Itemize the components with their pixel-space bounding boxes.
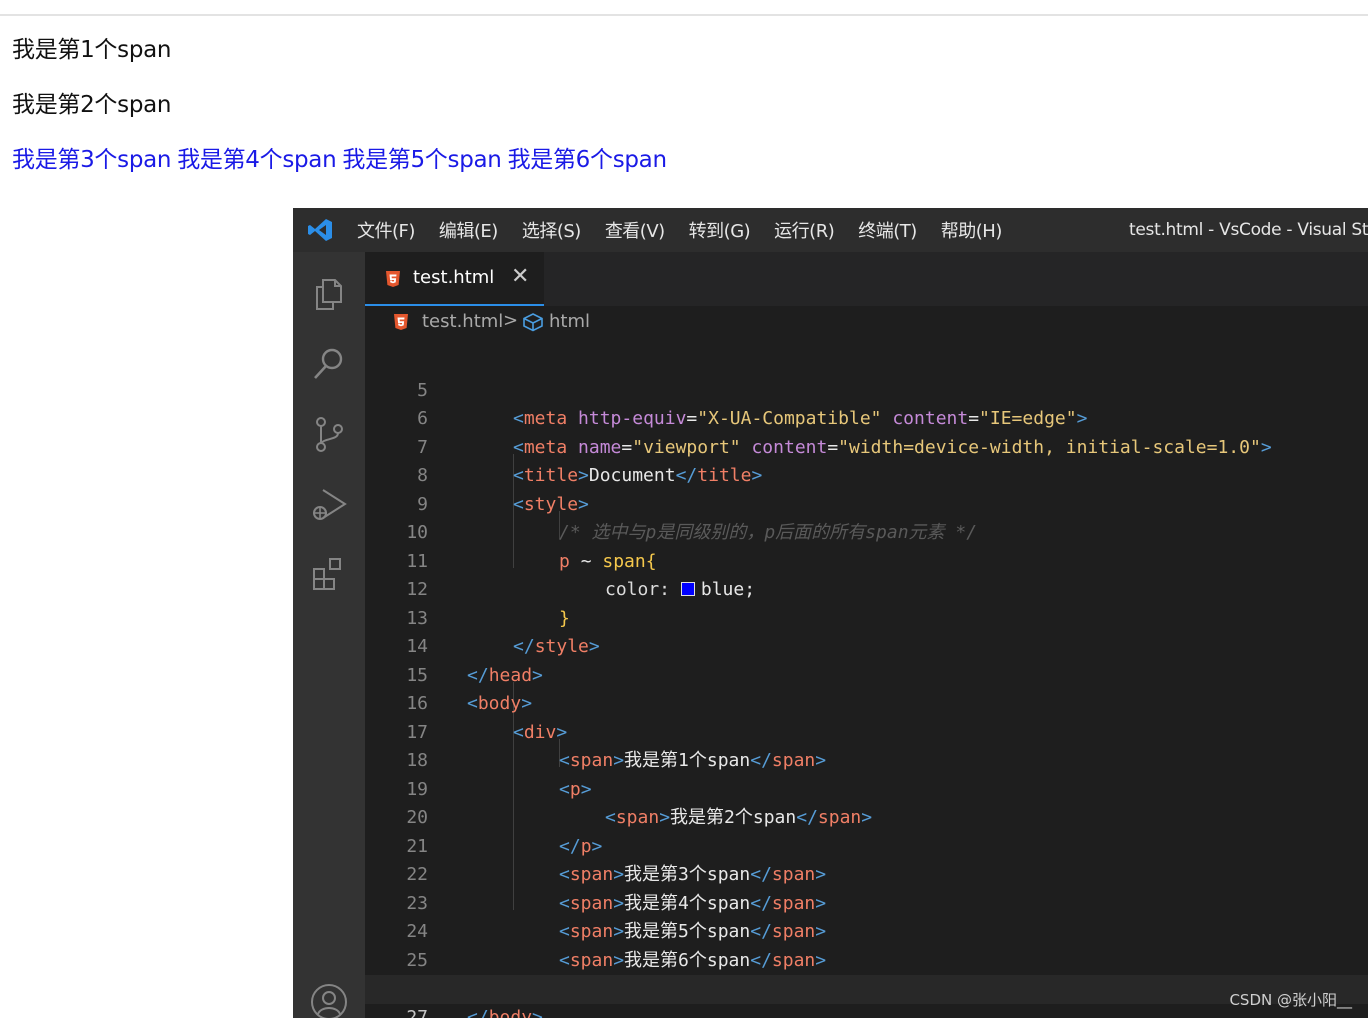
vscode-logo-icon	[308, 219, 332, 241]
code-line: 24 <span>我是第6个span</span>	[365, 890, 1368, 971]
code-line: 5 <meta http-equiv="X-UA-Compatible" con…	[365, 348, 1368, 430]
window-title: test.html - VsCode - Visual Stu	[1129, 220, 1368, 240]
code-line: 23 <span>我是第5个span</span>	[365, 861, 1368, 943]
code-line: 10 p ~ span{	[365, 491, 1368, 572]
code-line: 25 </div>	[365, 918, 1368, 1000]
run-debug-icon[interactable]	[309, 484, 349, 524]
code-line: 15 <body>	[365, 633, 1368, 715]
breadcrumb-element[interactable]: html	[549, 311, 590, 332]
editor-tabs: test.html ✕	[365, 252, 1368, 306]
browser-span-5: 我是第5个span	[342, 147, 502, 173]
browser-span-3: 我是第3个span	[12, 147, 172, 173]
browser-span-6: 我是第6个span	[507, 147, 667, 173]
menu-bar: 文件(F) 编辑(E) 选择(S) 查看(V) 转到(G) 运行(R) 终端(T…	[357, 208, 1026, 252]
breadcrumb: test.html > html	[365, 306, 1368, 340]
title-bar: 文件(F) 编辑(E) 选择(S) 查看(V) 转到(G) 运行(R) 终端(T…	[293, 208, 1368, 252]
line-number: 27	[406, 1006, 428, 1018]
code-line: 14 </head>	[365, 605, 1368, 686]
close-icon[interactable]: ✕	[511, 264, 529, 289]
code-line: 26 </body>	[365, 947, 1368, 1018]
element-cube-icon	[523, 313, 543, 332]
code-line: 7 <title>Document</title>	[365, 405, 1368, 487]
menu-view[interactable]: 查看(V)	[605, 217, 665, 243]
menu-help[interactable]: 帮助(H)	[941, 217, 1003, 243]
code-line: 11 color: blue;	[365, 519, 1368, 601]
browser-span-1: 我是第1个span	[12, 37, 172, 63]
menu-selection[interactable]: 选择(S)	[522, 217, 581, 243]
activity-bar	[293, 252, 365, 1018]
code-line: 9 /* 选中与p是同级别的，p后面的所有span元素 */	[365, 462, 1368, 544]
vscode-window: 文件(F) 编辑(E) 选择(S) 查看(V) 转到(G) 运行(R) 终端(T…	[293, 208, 1368, 1018]
browser-span-4: 我是第4个span	[177, 147, 337, 173]
menu-run[interactable]: 运行(R)	[774, 217, 835, 243]
menu-file[interactable]: 文件(F)	[357, 217, 415, 243]
source-control-icon[interactable]	[309, 414, 349, 454]
code-line: 20 </p>	[365, 776, 1368, 857]
code-editor[interactable]: 5 <meta http-equiv="X-UA-Compatible" con…	[365, 340, 1368, 1018]
code-line: 16 <div>	[365, 662, 1368, 743]
chevron-right-icon: >	[503, 310, 519, 331]
search-icon[interactable]	[309, 344, 349, 384]
menu-edit[interactable]: 编辑(E)	[439, 217, 498, 243]
menu-go[interactable]: 转到(G)	[689, 217, 751, 243]
tab-label: test.html	[413, 267, 495, 288]
browser-top-divider	[0, 14, 1368, 16]
code-line: 8 <style>	[365, 434, 1368, 515]
code-line: 17 <span>我是第1个span</span>	[365, 690, 1368, 772]
tab-test-html[interactable]: test.html ✕	[365, 252, 544, 306]
breadcrumb-file[interactable]: test.html	[422, 311, 503, 332]
html5-icon	[386, 271, 400, 287]
browser-span-2: 我是第2个span	[12, 92, 172, 118]
explorer-icon[interactable]	[309, 274, 349, 314]
account-icon[interactable]	[309, 982, 349, 1018]
code-line: 22 <span>我是第4个span</span>	[365, 833, 1368, 914]
code-line: 6 <meta name="viewport" content="width=d…	[365, 377, 1368, 458]
code-line: 19 <span>我是第2个span</span>	[365, 747, 1368, 829]
code-line: 12 }	[365, 548, 1368, 629]
code-line: 21 <span>我是第3个span</span>	[365, 804, 1368, 886]
code-line: 13 </style>	[365, 576, 1368, 658]
code-line-current: 27 </html>	[365, 975, 1368, 1018]
browser-blue-spans: 我是第3个span 我是第4个span 我是第5个span 我是第6个span	[12, 140, 673, 174]
watermark: CSDN @张小阳__	[1229, 991, 1352, 1009]
html5-icon	[394, 314, 408, 330]
extensions-icon[interactable]	[309, 554, 349, 594]
code-line: 18 <p>	[365, 719, 1368, 800]
menu-terminal[interactable]: 终端(T)	[858, 217, 917, 243]
